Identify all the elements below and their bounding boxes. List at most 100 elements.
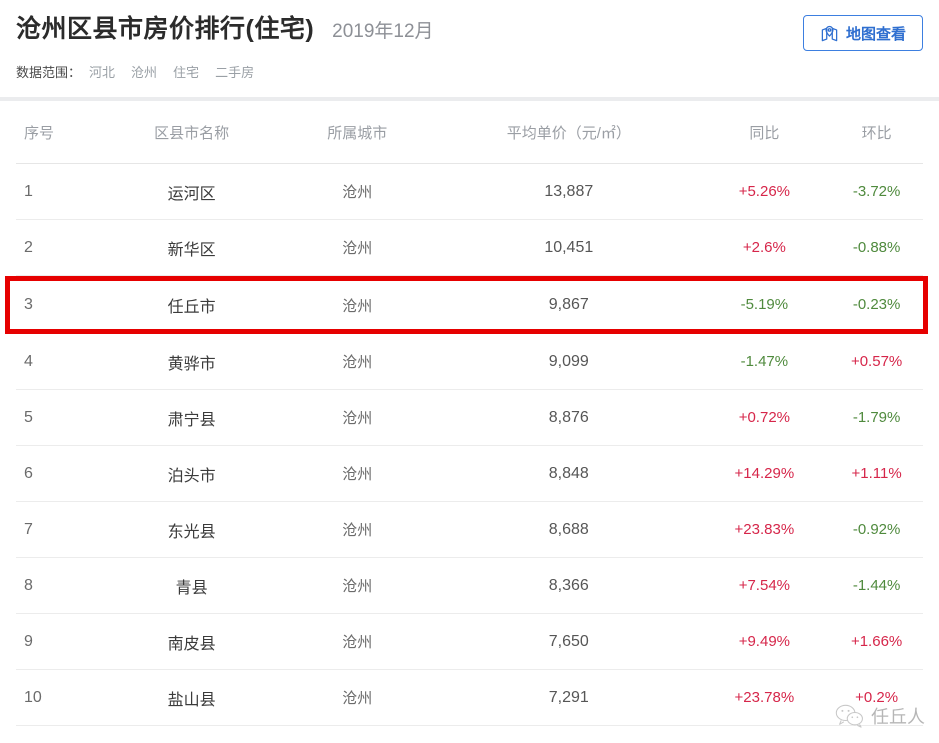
cell-rank: 8 xyxy=(24,576,33,594)
cell-mom-value: -1.44% xyxy=(852,576,901,594)
cell-yoy: +23.78% xyxy=(699,689,831,707)
cell-rank: 7 xyxy=(24,520,33,538)
cell-price: 7,650 xyxy=(548,632,589,650)
page-header: 沧州区县市房价排行(住宅) 2019年12月 数据范围： 河北 沧州 住宅 二手… xyxy=(0,0,939,97)
cell-city: 沧州 xyxy=(342,410,373,427)
cell-yoy: +23.83% xyxy=(699,521,831,539)
cell-name: 任丘市 xyxy=(167,299,216,316)
table-row[interactable]: 8 青县 沧州 8,366 +7.54% -1.44% xyxy=(16,558,923,614)
cell-rank: 9 xyxy=(24,632,33,650)
cell-mom: +0.57% xyxy=(830,353,923,371)
cell-city: 沧州 xyxy=(342,354,373,371)
cell-mom-value: -3.72% xyxy=(852,182,901,200)
table-body: 1 运河区 沧州 13,887 +5.26% -3.72% 2 新华区 沧州 10,451 +2.6… xyxy=(5,164,928,726)
scope-tag-property-type[interactable]: 住宅 xyxy=(173,62,199,81)
cell-yoy: +9.49% xyxy=(699,633,831,651)
column-header-price: 平均单价（元/㎡） xyxy=(506,124,631,142)
cell-rank: 6 xyxy=(24,464,33,482)
cell-yoy-value: +23.78% xyxy=(734,688,795,706)
cell-yoy: -5.19% xyxy=(699,296,831,314)
cell-name: 东光县 xyxy=(167,523,216,541)
cell-yoy: +5.26% xyxy=(699,183,831,201)
cell-mom: -0.92% xyxy=(830,521,923,539)
cell-mom-value: -1.79% xyxy=(852,408,901,426)
map-pin-icon xyxy=(820,24,839,43)
column-header-yoy: 同比 xyxy=(749,124,780,142)
table-row[interactable]: 3 任丘市 沧州 9,867 -5.19% -0.23% xyxy=(5,276,928,334)
cell-mom-value: +0.57% xyxy=(850,352,903,370)
cell-city: 沧州 xyxy=(342,297,373,315)
cell-name: 运河区 xyxy=(167,185,216,203)
column-header-city: 所属城市 xyxy=(327,124,388,142)
column-header-mom: 环比 xyxy=(861,124,892,142)
cell-yoy-value: -1.47% xyxy=(740,352,789,370)
column-header-rank: 序号 xyxy=(24,124,55,142)
cell-yoy-value: -5.19% xyxy=(740,296,789,313)
cell-mom: -0.23% xyxy=(830,296,923,314)
cell-name: 青县 xyxy=(175,579,208,597)
cell-name: 黄骅市 xyxy=(167,355,216,373)
cell-price: 8,366 xyxy=(548,576,589,594)
cell-name: 泊头市 xyxy=(167,467,216,485)
cell-yoy-value: +14.29% xyxy=(734,464,795,482)
cell-name: 肃宁县 xyxy=(167,411,216,429)
table-row[interactable]: 9 南皮县 沧州 7,650 +9.49% +1.66% xyxy=(16,614,923,670)
map-view-button[interactable]: 地图查看 xyxy=(803,15,923,51)
data-scope-row: 数据范围： 河北 沧州 住宅 二手房 xyxy=(16,62,923,81)
cell-city: 沧州 xyxy=(342,690,373,707)
column-header-name: 区县市名称 xyxy=(154,124,230,142)
page-title: 沧州区县市房价排行(住宅) xyxy=(16,15,315,43)
cell-price: 7,291 xyxy=(548,688,589,706)
table-row[interactable]: 1 运河区 沧州 13,887 +5.26% -3.72% xyxy=(16,164,923,220)
cell-mom: +1.66% xyxy=(830,633,923,651)
cell-yoy: -1.47% xyxy=(699,353,831,371)
cell-rank: 10 xyxy=(24,688,42,706)
table-row[interactable]: 5 肃宁县 沧州 8,876 +0.72% -1.79% xyxy=(16,390,923,446)
cell-yoy-value: +9.49% xyxy=(738,632,790,650)
cell-rank: 4 xyxy=(24,352,33,370)
cell-price: 9,867 xyxy=(548,296,589,313)
cell-name: 盐山县 xyxy=(167,691,216,709)
cell-yoy-value: +23.83% xyxy=(734,520,795,538)
cell-price: 10,451 xyxy=(544,238,594,256)
table-row[interactable]: 4 黄骅市 沧州 9,099 -1.47% +0.57% xyxy=(16,334,923,390)
title-row: 沧州区县市房价排行(住宅) 2019年12月 xyxy=(16,15,923,44)
cell-rank: 5 xyxy=(24,408,33,426)
table-row[interactable]: 2 新华区 沧州 10,451 +2.6% -0.88% xyxy=(16,220,923,276)
cell-rank: 3 xyxy=(24,296,33,313)
cell-price: 13,887 xyxy=(544,182,594,200)
table-row[interactable]: 10 盐山县 沧州 7,291 +23.78% +0.2% xyxy=(16,670,923,726)
cell-price: 8,688 xyxy=(548,520,589,538)
scope-tag-city[interactable]: 沧州 xyxy=(131,62,157,81)
cell-mom-value: -0.88% xyxy=(852,238,901,256)
scope-tag-province[interactable]: 河北 xyxy=(89,62,115,81)
cell-yoy-value: +2.6% xyxy=(742,238,786,256)
data-scope-label: 数据范围： xyxy=(16,64,82,80)
cell-city: 沧州 xyxy=(342,240,373,257)
cell-mom: -0.88% xyxy=(830,239,923,257)
table-row[interactable]: 7 东光县 沧州 8,688 +23.83% -0.92% xyxy=(16,502,923,558)
cell-city: 沧州 xyxy=(342,522,373,539)
table-row[interactable]: 6 泊头市 沧州 8,848 +14.29% +1.11% xyxy=(16,446,923,502)
cell-rank: 1 xyxy=(24,182,33,200)
cell-yoy: +14.29% xyxy=(699,465,831,483)
cell-name: 新华区 xyxy=(167,241,216,259)
cell-yoy: +7.54% xyxy=(699,577,831,595)
cell-yoy: +2.6% xyxy=(699,239,831,257)
cell-mom-value: -0.92% xyxy=(852,520,901,538)
cell-mom: -1.79% xyxy=(830,409,923,427)
scope-tag-transaction-type[interactable]: 二手房 xyxy=(215,62,254,81)
cell-city: 沧州 xyxy=(342,184,373,201)
cell-yoy-value: +0.72% xyxy=(738,408,790,426)
cell-yoy-value: +7.54% xyxy=(738,576,790,594)
cell-mom-value: +1.11% xyxy=(851,464,902,482)
cell-yoy-value: +5.26% xyxy=(738,182,790,200)
cell-price: 8,848 xyxy=(548,464,589,482)
cell-rank: 2 xyxy=(24,238,33,256)
cell-mom: +0.2% xyxy=(830,689,923,707)
cell-city: 沧州 xyxy=(342,466,373,483)
cell-mom: -3.72% xyxy=(830,183,923,201)
cell-mom: -1.44% xyxy=(830,577,923,595)
cell-name: 南皮县 xyxy=(167,635,216,653)
cell-mom-value: +0.2% xyxy=(855,688,899,706)
